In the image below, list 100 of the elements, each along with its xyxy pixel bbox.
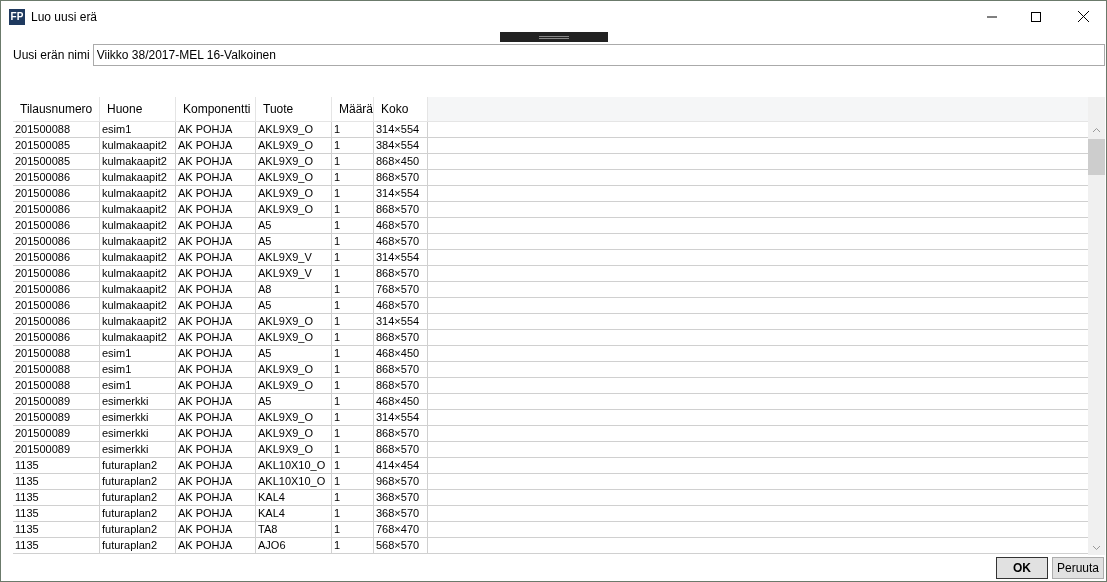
- table-cell: AKL9X9_V: [256, 266, 332, 281]
- ok-button[interactable]: OK: [996, 557, 1048, 579]
- column-header[interactable]: Määrä: [332, 97, 374, 121]
- table-cell: 1135: [13, 506, 100, 521]
- column-header[interactable]: Huone: [100, 97, 176, 121]
- scroll-down-icon[interactable]: [1092, 545, 1101, 551]
- table-cell: 1135: [13, 490, 100, 505]
- table-cell: 868×570: [374, 362, 428, 377]
- table-cell: 1: [332, 346, 374, 361]
- table-cell: AK POHJA: [176, 394, 256, 409]
- table-cell: A8: [256, 282, 332, 297]
- table-cell: AK POHJA: [176, 138, 256, 153]
- table-cell: kulmakaapit2: [100, 138, 176, 153]
- table-cell: 568×570: [374, 538, 428, 553]
- table-cell: 468×570: [374, 298, 428, 313]
- column-header[interactable]: Tuote: [256, 97, 332, 121]
- table-cell: AK POHJA: [176, 186, 256, 201]
- table-cell: 1135: [13, 458, 100, 473]
- table-cell: AK POHJA: [176, 154, 256, 169]
- table-cell: AKL9X9_O: [256, 410, 332, 425]
- table-cell: AK POHJA: [176, 362, 256, 377]
- name-input-field[interactable]: Viikko 38/2017-MEL 16-Valkoinen: [92, 44, 1105, 66]
- table-cell: 868×570: [374, 330, 428, 345]
- table-cell: 201500086: [13, 234, 100, 249]
- table-cell: AK POHJA: [176, 490, 256, 505]
- table-cell: AKL9X9_O: [256, 122, 332, 137]
- table-cell: 868×570: [374, 266, 428, 281]
- table-cell: AKL9X9_O: [256, 378, 332, 393]
- table-cell: 468×570: [374, 234, 428, 249]
- table-cell: kulmakaapit2: [100, 330, 176, 345]
- table-cell: 314×554: [374, 186, 428, 201]
- table-cell: AKL9X9_O: [256, 138, 332, 153]
- table-cell: 201500086: [13, 186, 100, 201]
- table-cell: AKL9X9_O: [256, 362, 332, 377]
- table-cell: futuraplan2: [100, 458, 176, 473]
- table-cell: 1: [332, 474, 374, 489]
- table-cell: 1: [332, 330, 374, 345]
- table-cell: AK POHJA: [176, 506, 256, 521]
- column-header[interactable]: Komponentti: [176, 97, 256, 121]
- maximize-icon[interactable]: [1031, 11, 1041, 22]
- table-cell: AK POHJA: [176, 170, 256, 185]
- table-cell: AK POHJA: [176, 538, 256, 553]
- table-cell: 314×554: [374, 314, 428, 329]
- table-cell: 1: [332, 202, 374, 217]
- table-cell: 1: [332, 234, 374, 249]
- cancel-button[interactable]: Peruuta: [1052, 557, 1104, 579]
- table-cell: 1135: [13, 522, 100, 537]
- table-cell: 201500089: [13, 442, 100, 457]
- table-cell: kulmakaapit2: [100, 154, 176, 169]
- table-cell: 1: [332, 362, 374, 377]
- table-cell: AK POHJA: [176, 282, 256, 297]
- table-cell: 368×570: [374, 490, 428, 505]
- table-cell: 868×570: [374, 442, 428, 457]
- table-cell: 314×554: [374, 410, 428, 425]
- table-cell: AK POHJA: [176, 330, 256, 345]
- table-cell: AK POHJA: [176, 426, 256, 441]
- table-cell: esimerkki: [100, 394, 176, 409]
- table-cell: 201500085: [13, 154, 100, 169]
- table-cell: AK POHJA: [176, 250, 256, 265]
- table-cell: kulmakaapit2: [100, 234, 176, 249]
- table-cell: AKL9X9_O: [256, 330, 332, 345]
- table-cell: 201500086: [13, 202, 100, 217]
- table-cell: 201500086: [13, 282, 100, 297]
- table-cell: AJO6: [256, 538, 332, 553]
- table-cell: 201500086: [13, 266, 100, 281]
- table-cell: 868×450: [374, 154, 428, 169]
- table-cell: AKL9X9_O: [256, 314, 332, 329]
- table-cell: kulmakaapit2: [100, 282, 176, 297]
- table-cell: 201500088: [13, 346, 100, 361]
- column-header[interactable]: Tilausnumero: [13, 97, 100, 121]
- table-cell: 201500088: [13, 378, 100, 393]
- table-cell: 468×570: [374, 218, 428, 233]
- table-cell: A5: [256, 394, 332, 409]
- scrollbar[interactable]: [1088, 97, 1105, 555]
- table-cell: 201500086: [13, 218, 100, 233]
- close-icon[interactable]: [1078, 11, 1089, 22]
- table-cell: 1: [332, 138, 374, 153]
- grip-handle[interactable]: [499, 32, 608, 42]
- table-cell: A5: [256, 234, 332, 249]
- table-cell: kulmakaapit2: [100, 202, 176, 217]
- table-cell: 1: [332, 266, 374, 281]
- table-cell: AK POHJA: [176, 202, 256, 217]
- table-cell: 201500089: [13, 426, 100, 441]
- table-cell: esimerkki: [100, 410, 176, 425]
- table-cell: AK POHJA: [176, 522, 256, 537]
- scrollbar-thumb[interactable]: [1088, 139, 1105, 175]
- table-cell: 1: [332, 314, 374, 329]
- table-cell: 1: [332, 122, 374, 137]
- table-cell: 1135: [13, 474, 100, 489]
- table-cell: 468×450: [374, 394, 428, 409]
- table-cell: AK POHJA: [176, 410, 256, 425]
- table-cell: futuraplan2: [100, 474, 176, 489]
- table-cell: esim1: [100, 122, 176, 137]
- table-cell: kulmakaapit2: [100, 314, 176, 329]
- table-cell: 868×570: [374, 202, 428, 217]
- table-cell: 1: [332, 522, 374, 537]
- table-cell: futuraplan2: [100, 490, 176, 505]
- scroll-up-icon[interactable]: [1092, 127, 1101, 133]
- table-cell: A5: [256, 218, 332, 233]
- table-cell: KAL4: [256, 490, 332, 505]
